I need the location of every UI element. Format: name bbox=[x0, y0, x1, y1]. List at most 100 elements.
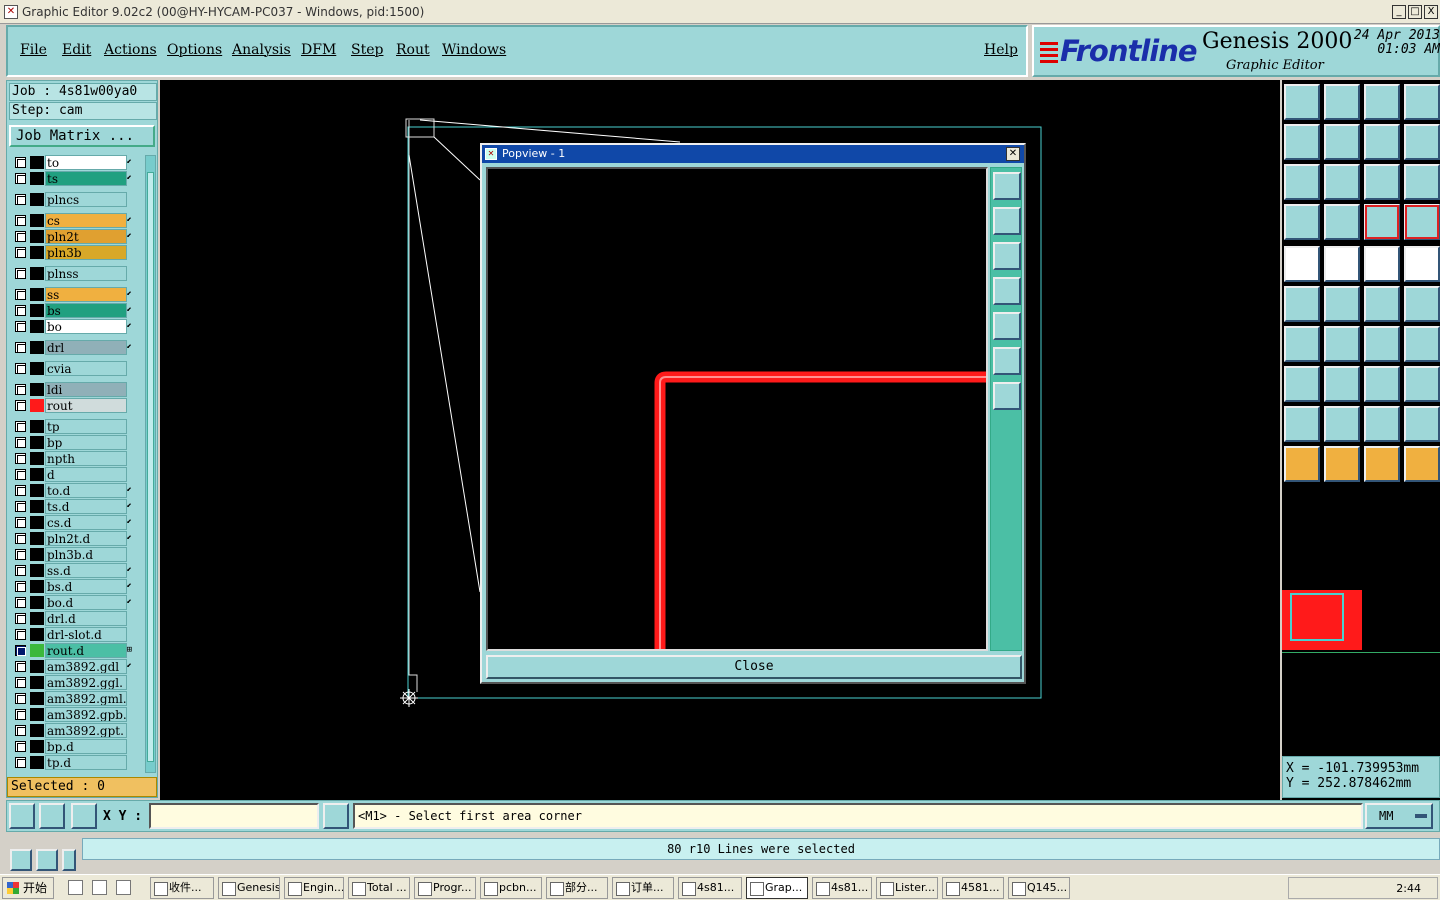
layer-name[interactable]: am3892.ggl. bbox=[45, 675, 127, 690]
quicklaunch-browser-icon[interactable] bbox=[116, 880, 131, 895]
layer-row[interactable]: plnss bbox=[9, 266, 133, 281]
layer-row[interactable]: rout bbox=[9, 398, 133, 413]
angle-icon[interactable] bbox=[1284, 406, 1320, 442]
layer-checkbox[interactable] bbox=[15, 384, 26, 395]
layer-row[interactable]: to.d ⬋ bbox=[9, 483, 133, 498]
popview-pan-down-icon[interactable] bbox=[993, 242, 1021, 270]
arch-icon[interactable] bbox=[1364, 406, 1400, 442]
menu-dfm[interactable]: DFM bbox=[301, 42, 336, 58]
layer-row[interactable]: bo.d ⬋ bbox=[9, 595, 133, 610]
redraw-icon[interactable] bbox=[1404, 124, 1440, 160]
add-line-icon[interactable] bbox=[1324, 246, 1360, 282]
layer-checkbox[interactable] bbox=[15, 453, 26, 464]
layer-row[interactable]: cvia bbox=[9, 361, 133, 376]
layer-row[interactable]: ts.d ⬋ bbox=[9, 499, 133, 514]
layer-state-swatch[interactable] bbox=[30, 383, 44, 396]
layer-checkbox[interactable] bbox=[15, 400, 26, 411]
peak-icon[interactable] bbox=[1324, 406, 1360, 442]
layer-checkbox[interactable] bbox=[15, 517, 26, 528]
measure-mode-icon[interactable] bbox=[39, 803, 65, 829]
scrollbar-thumb[interactable] bbox=[147, 172, 154, 762]
layer-name[interactable]: bs bbox=[45, 303, 127, 318]
measure-icon[interactable] bbox=[1364, 366, 1400, 402]
menu-options[interactable]: Options bbox=[167, 42, 222, 58]
menu-rout[interactable]: Rout bbox=[396, 42, 430, 58]
taskbar-item[interactable]: Total ... bbox=[348, 877, 410, 899]
layer-state-swatch[interactable] bbox=[30, 172, 44, 185]
layer-state-swatch[interactable] bbox=[30, 708, 44, 721]
status-menu-icon[interactable] bbox=[62, 849, 76, 871]
layer-checkbox[interactable] bbox=[15, 565, 26, 576]
layer-state-swatch[interactable] bbox=[30, 564, 44, 577]
layer-row[interactable]: bp.d bbox=[9, 739, 133, 754]
layer-name[interactable]: plncs bbox=[45, 192, 127, 207]
layer-name[interactable]: ts.d bbox=[45, 499, 127, 514]
layer-state-swatch[interactable] bbox=[30, 214, 44, 227]
line-point-icon[interactable] bbox=[1364, 286, 1400, 322]
layer-checkbox[interactable] bbox=[15, 421, 26, 432]
layer-checkbox[interactable] bbox=[15, 485, 26, 496]
layer-state-swatch[interactable] bbox=[30, 156, 44, 169]
layer-state-swatch[interactable] bbox=[30, 230, 44, 243]
layer-name[interactable]: pln3b bbox=[45, 245, 127, 260]
rotate-icon[interactable] bbox=[1364, 326, 1400, 362]
layer-name[interactable]: ts bbox=[45, 171, 127, 186]
slash-icon[interactable] bbox=[1324, 326, 1360, 362]
layer-checkbox[interactable] bbox=[15, 677, 26, 688]
layer-row[interactable]: tp bbox=[9, 419, 133, 434]
layer-row[interactable]: pln2t ⬋ bbox=[9, 229, 133, 244]
layer-row[interactable]: cs.d ⬋ bbox=[9, 515, 133, 530]
arch-line-icon[interactable] bbox=[1404, 406, 1440, 442]
zoom-prev-icon[interactable] bbox=[1364, 124, 1400, 160]
layer-state-swatch[interactable] bbox=[30, 436, 44, 449]
layer-row[interactable]: plncs bbox=[9, 192, 133, 207]
info-icon[interactable] bbox=[323, 803, 349, 829]
line-point-red-icon[interactable] bbox=[1404, 286, 1440, 322]
layer-state-swatch[interactable] bbox=[30, 362, 44, 375]
layer-checkbox[interactable] bbox=[15, 501, 26, 512]
layer-row[interactable]: drl-slot.d bbox=[9, 627, 133, 642]
layer-checkbox[interactable] bbox=[15, 597, 26, 608]
layer-row[interactable]: am3892.gml. bbox=[9, 691, 133, 706]
layer-name[interactable]: npth bbox=[45, 451, 127, 466]
layer-checkbox[interactable] bbox=[15, 268, 26, 279]
layer-row[interactable]: pln3b bbox=[9, 245, 133, 260]
layer-name[interactable]: rout bbox=[45, 398, 127, 413]
layer-state-swatch[interactable] bbox=[30, 692, 44, 705]
layer-checkbox[interactable] bbox=[15, 437, 26, 448]
layer-state-swatch[interactable] bbox=[30, 628, 44, 641]
layer-row[interactable]: bs.d ⬋ bbox=[9, 579, 133, 594]
menu-actions[interactable]: Actions bbox=[104, 42, 157, 58]
layer-scrollbar[interactable] bbox=[145, 155, 156, 773]
snap-mode-icon[interactable] bbox=[9, 803, 35, 829]
layer-row[interactable]: pln2t.d ⬋ bbox=[9, 531, 133, 546]
select-arrow-icon[interactable] bbox=[1284, 446, 1320, 482]
copy-shapes-icon[interactable] bbox=[1404, 366, 1440, 402]
layer-name[interactable]: drl.d bbox=[45, 611, 127, 626]
layer-name[interactable]: bs.d bbox=[45, 579, 127, 594]
layer-name[interactable]: am3892.gpt. bbox=[45, 723, 127, 738]
layer-state-swatch[interactable] bbox=[30, 420, 44, 433]
popview-close-button[interactable]: Close bbox=[486, 655, 1022, 679]
scale-1-2-icon[interactable] bbox=[1364, 164, 1400, 200]
pan-right-icon[interactable] bbox=[1324, 124, 1360, 160]
grid-icon[interactable] bbox=[1324, 204, 1360, 240]
layer-state-swatch[interactable] bbox=[30, 516, 44, 529]
popview-zoom-fit-icon[interactable] bbox=[993, 172, 1021, 200]
layer-name[interactable]: rout.d bbox=[45, 643, 127, 658]
layer-sel-a-icon[interactable] bbox=[1364, 204, 1400, 240]
layer-state-swatch[interactable] bbox=[30, 288, 44, 301]
layer-state-swatch[interactable] bbox=[30, 660, 44, 673]
layer-name[interactable]: cs.d bbox=[45, 515, 127, 530]
taskbar-item[interactable]: Lister... bbox=[876, 877, 938, 899]
layer-name[interactable]: drl-slot.d bbox=[45, 627, 127, 642]
popview-pan-left-icon[interactable] bbox=[993, 277, 1021, 305]
layer-state-swatch[interactable] bbox=[30, 246, 44, 259]
move-icon[interactable] bbox=[1284, 366, 1320, 402]
layer-name[interactable]: am3892.gdl bbox=[45, 659, 127, 674]
layer-checkbox[interactable] bbox=[15, 629, 26, 640]
cross-icon[interactable] bbox=[1324, 286, 1360, 322]
xy-input[interactable] bbox=[149, 803, 319, 829]
layer-name[interactable]: tp bbox=[45, 419, 127, 434]
layer-state-swatch[interactable] bbox=[30, 500, 44, 513]
